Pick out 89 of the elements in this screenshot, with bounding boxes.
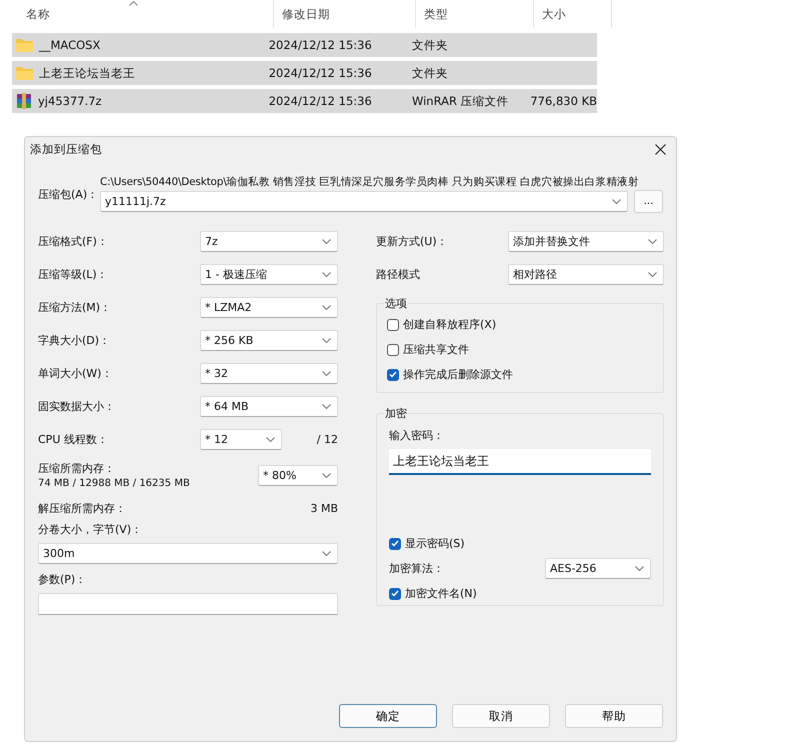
memory-note: 74 MB / 12988 MB / 16235 MB bbox=[38, 478, 190, 489]
folder-icon bbox=[16, 66, 33, 80]
checkbox-label[interactable]: 加密文件名(N) bbox=[405, 586, 477, 601]
checkbox-label[interactable]: 操作完成后删除源文件 bbox=[403, 367, 513, 382]
field-label: 字典大小(D)： bbox=[38, 333, 110, 348]
dropdown[interactable]: 300m bbox=[38, 543, 338, 564]
field-label: 固实数据大小： bbox=[38, 399, 115, 414]
dropdown[interactable]: * 32 bbox=[200, 363, 338, 384]
file-name: 上老王论坛当老王 bbox=[39, 66, 135, 80]
field-label: 更新方式(U)： bbox=[376, 234, 448, 249]
field-label: 压缩等级(L)： bbox=[38, 267, 108, 282]
thread-count: / 12 bbox=[316, 433, 338, 446]
field-label: 压缩方法(M)： bbox=[38, 300, 112, 315]
checkbox-label[interactable]: 压缩共享文件 bbox=[403, 342, 469, 357]
chevron-down-icon bbox=[635, 566, 644, 571]
field-label: 解压缩所需内存： bbox=[38, 500, 126, 516]
group-title: 选项 bbox=[384, 296, 408, 311]
field-label: 参数(P)： bbox=[38, 572, 88, 587]
window-title: 添加到压缩包 bbox=[30, 142, 102, 156]
archive-path: C:\Users\50440\Desktop\瑜伽私教 销售淫技 巨乳情深足穴服务学员肉棒 只为购买课程 白虎穴被操出白浆精液射 bbox=[100, 175, 640, 189]
chevron-down-icon bbox=[612, 199, 621, 204]
dropdown[interactable]: 1 - 极速压缩 bbox=[200, 264, 338, 285]
file-type: 文件夹 bbox=[412, 66, 448, 80]
dropdown[interactable]: * 80% bbox=[258, 464, 338, 486]
dropdown[interactable]: 添加并替换文件 bbox=[508, 231, 664, 252]
close-icon[interactable] bbox=[655, 144, 666, 154]
file-row[interactable]: __MACOSX 2024/12/12 15:36 文件夹 bbox=[12, 33, 597, 57]
field-label: 压缩格式(F)： bbox=[38, 234, 108, 249]
file-name: __MACOSX bbox=[39, 38, 100, 52]
chevron-down-icon bbox=[322, 272, 331, 277]
checkbox[interactable] bbox=[389, 538, 401, 550]
column-header[interactable]: 大小 bbox=[534, 0, 612, 28]
dropdown[interactable]: * 12 bbox=[200, 429, 282, 450]
field-label: 压缩所需内存： bbox=[38, 461, 116, 476]
password-field[interactable]: 上老王论坛当老王 bbox=[389, 449, 651, 475]
chevron-down-icon bbox=[322, 371, 331, 376]
chevron-down-icon bbox=[322, 404, 331, 409]
checkbox[interactable] bbox=[387, 318, 399, 330]
column-header[interactable]: 类型 bbox=[416, 0, 534, 28]
field-label: 压缩包(A)： bbox=[38, 187, 100, 203]
archive-name-field[interactable]: y11111j.7z bbox=[100, 191, 628, 212]
archive-icon bbox=[16, 93, 32, 109]
chevron-down-icon bbox=[266, 437, 275, 442]
file-row[interactable]: 上老王论坛当老王 2024/12/12 15:36 文件夹 bbox=[12, 61, 597, 85]
input-field[interactable] bbox=[38, 593, 338, 615]
folder-icon bbox=[16, 38, 33, 52]
checkmark-icon bbox=[391, 540, 399, 547]
field-label: 加密算法： bbox=[389, 561, 444, 576]
checkbox-label[interactable]: 创建自释放程序(X) bbox=[403, 317, 496, 332]
checkbox[interactable] bbox=[387, 344, 399, 356]
chevron-down-icon bbox=[648, 272, 657, 277]
dialog-button[interactable]: 确定 bbox=[339, 704, 437, 728]
file-type: 文件夹 bbox=[412, 38, 448, 52]
dialog-button[interactable]: 帮助 bbox=[565, 704, 663, 728]
chevron-down-icon bbox=[322, 239, 331, 244]
dropdown[interactable]: 7z bbox=[200, 231, 338, 252]
browse-button[interactable]: ... bbox=[634, 190, 663, 213]
dropdown[interactable]: AES-256 bbox=[545, 558, 651, 579]
chevron-down-icon bbox=[322, 472, 331, 478]
checkmark-icon bbox=[391, 590, 399, 597]
field-label: 输入密码： bbox=[389, 428, 445, 443]
chevron-down-icon bbox=[322, 551, 331, 556]
modified-date: 2024/12/12 15:36 bbox=[268, 94, 372, 108]
group-title: 加密 bbox=[384, 406, 408, 421]
field-label: CPU 线程数： bbox=[38, 432, 108, 447]
dialog-button[interactable]: 取消 bbox=[452, 704, 550, 728]
column-header[interactable]: 名称 bbox=[18, 0, 274, 28]
checkbox[interactable] bbox=[387, 368, 399, 380]
modified-date: 2024/12/12 15:36 bbox=[268, 38, 372, 52]
checkbox-label[interactable]: 显示密码(S) bbox=[405, 536, 465, 551]
checkbox[interactable] bbox=[389, 588, 401, 600]
file-type: WinRAR 压缩文件 bbox=[412, 94, 509, 108]
field-label: 分卷大小，字节(V)： bbox=[38, 522, 144, 537]
dropdown[interactable]: * 256 KB bbox=[200, 330, 338, 351]
field-label: 单词大小(W)： bbox=[38, 366, 112, 381]
chevron-down-icon bbox=[648, 239, 657, 244]
memory-value: 3 MB bbox=[310, 502, 338, 514]
file-size: 776,830 KB bbox=[530, 94, 598, 108]
checkmark-icon bbox=[389, 371, 397, 378]
field-label: 路径模式 bbox=[376, 267, 420, 282]
column-header[interactable]: 修改日期 bbox=[274, 0, 416, 28]
modified-date: 2024/12/12 15:36 bbox=[268, 66, 372, 80]
file-name: yj45377.7z bbox=[38, 94, 102, 108]
dropdown[interactable]: 相对路径 bbox=[508, 264, 664, 285]
dropdown[interactable]: * 64 MB bbox=[200, 396, 338, 417]
chevron-down-icon bbox=[322, 338, 331, 343]
file-row[interactable]: yj45377.7z 2024/12/12 15:36 WinRAR 压缩文件 776,830 KB bbox=[12, 89, 597, 113]
chevron-down-icon bbox=[322, 305, 331, 310]
dropdown[interactable]: * LZMA2 bbox=[200, 297, 338, 318]
